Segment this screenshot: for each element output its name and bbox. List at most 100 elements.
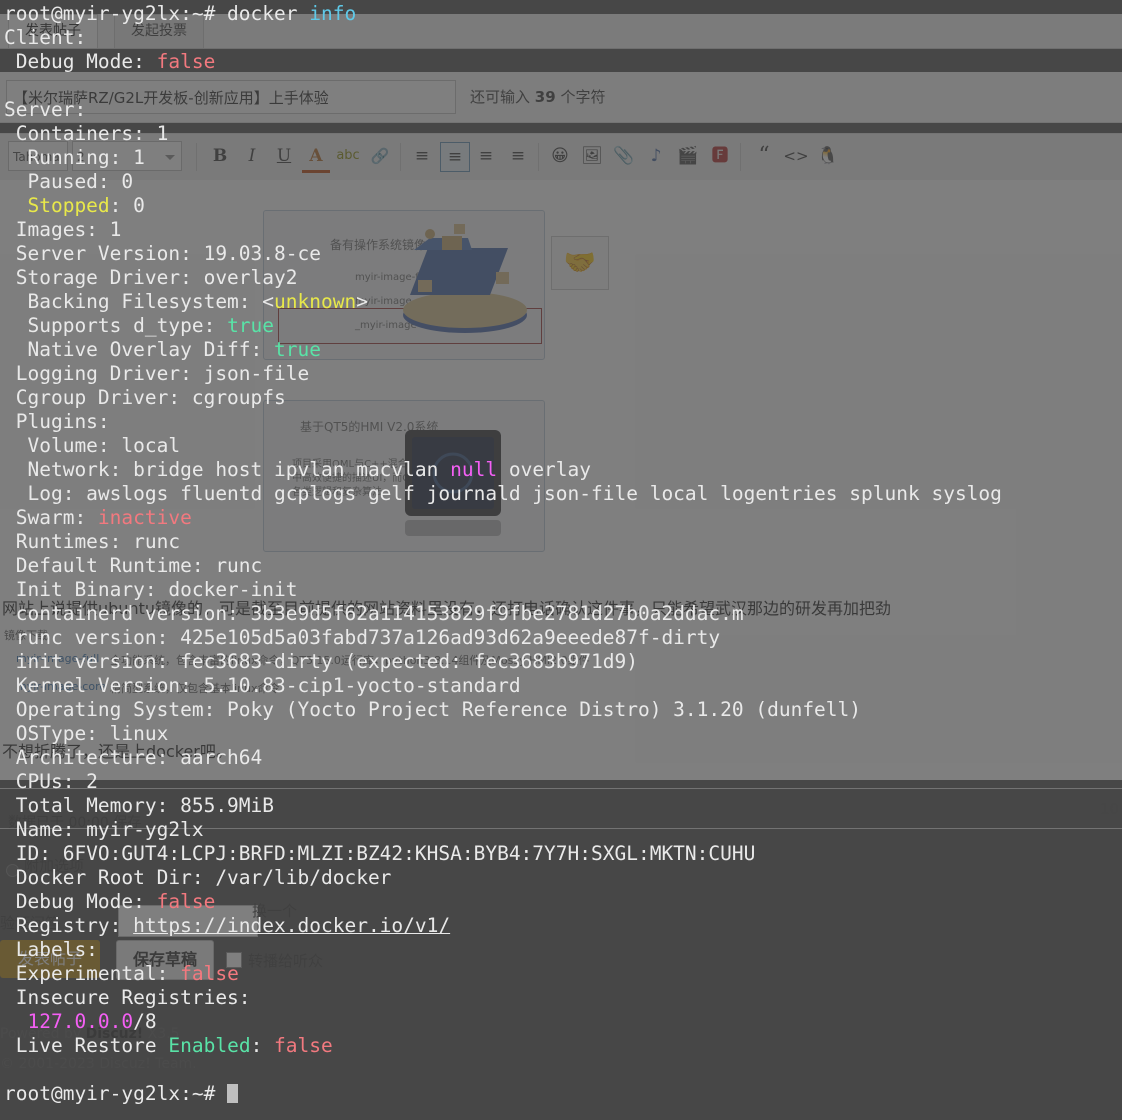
terminal-line: Logging Driver: json-file bbox=[4, 362, 1122, 386]
terminal-line: Backing Filesystem: <unknown> bbox=[4, 290, 1122, 314]
terminal-line: root@myir-yg2lx:~# docker info bbox=[4, 2, 1122, 26]
terminal-text: runc version: 425e105d5a03fabd737a126ad9… bbox=[4, 626, 721, 649]
terminal-text: info bbox=[309, 2, 357, 25]
terminal-line: Server Version: 19.03.8-ce bbox=[4, 242, 1122, 266]
terminal-text: CPUs: 2 bbox=[4, 770, 98, 793]
terminal-text: unknown bbox=[274, 290, 357, 313]
terminal-text: Logging Driver: json-file bbox=[4, 362, 310, 385]
terminal-text: true bbox=[274, 338, 321, 361]
terminal-text: Enabled bbox=[168, 1034, 251, 1057]
terminal-line: Operating System: Poky (Yocto Project Re… bbox=[4, 698, 1122, 722]
terminal-line: Insecure Registries: bbox=[4, 986, 1122, 1010]
terminal-line: Running: 1 bbox=[4, 146, 1122, 170]
terminal-line: root@myir-yg2lx:~# bbox=[4, 1082, 1122, 1106]
terminal-line: OSType: linux bbox=[4, 722, 1122, 746]
terminal-text: Server Version: 19.03.8-ce bbox=[4, 242, 321, 265]
terminal-text: Live Restore bbox=[4, 1034, 169, 1057]
terminal-line: Cgroup Driver: cgroupfs bbox=[4, 386, 1122, 410]
terminal-text: Architecture: aarch64 bbox=[4, 746, 263, 769]
terminal-line: Native Overlay Diff: true bbox=[4, 338, 1122, 362]
terminal-line: Experimental: false bbox=[4, 962, 1122, 986]
terminal-text: Containers: 1 bbox=[4, 122, 169, 145]
terminal-line: Network: bridge host ipvlan macvlan null… bbox=[4, 458, 1122, 482]
terminal-line: Client: bbox=[4, 26, 1122, 50]
terminal-line: Labels: bbox=[4, 938, 1122, 962]
terminal-line: Storage Driver: overlay2 bbox=[4, 266, 1122, 290]
terminal-text: /8 bbox=[133, 1010, 157, 1033]
terminal-text: Debug Mode: bbox=[4, 890, 157, 913]
terminal-line: runc version: 425e105d5a03fabd737a126ad9… bbox=[4, 626, 1122, 650]
terminal-text: Name: myir-yg2lx bbox=[4, 818, 204, 841]
terminal-text: containerd version: 3b3e9d5f62a114153829… bbox=[4, 602, 744, 625]
terminal-text: Volume: local bbox=[4, 434, 181, 457]
terminal-text: inactive bbox=[97, 506, 192, 529]
terminal-line: Swarm: inactive bbox=[4, 506, 1122, 530]
terminal-text: Client: bbox=[4, 26, 87, 49]
terminal-text: false bbox=[180, 962, 239, 985]
terminal-text: root@myir-yg2lx:~# bbox=[4, 1082, 228, 1105]
terminal-line: Runtimes: runc bbox=[4, 530, 1122, 554]
terminal-text: Cgroup Driver: cgroupfs bbox=[4, 386, 286, 409]
terminal-line: Kernel Version: 5.10.83-cip1-yocto-stand… bbox=[4, 674, 1122, 698]
terminal-line: Server: bbox=[4, 98, 1122, 122]
terminal-line: Total Memory: 855.9MiB bbox=[4, 794, 1122, 818]
terminal-text: Registry: bbox=[4, 914, 134, 937]
terminal-text: true bbox=[227, 314, 275, 337]
terminal-cursor bbox=[227, 1084, 239, 1103]
terminal-line: Debug Mode: false bbox=[4, 890, 1122, 914]
terminal-text: root@myir-yg2lx:~# docker bbox=[4, 2, 310, 25]
terminal-line: Init Binary: docker-init bbox=[4, 578, 1122, 602]
terminal-line: Default Runtime: runc bbox=[4, 554, 1122, 578]
terminal-output[interactable]: root@myir-yg2lx:~# docker info Client: De… bbox=[0, 0, 1122, 1120]
terminal-line: Registry: https://index.docker.io/v1/ bbox=[4, 914, 1122, 938]
terminal-text: Network: bridge host ipvlan macvlan bbox=[4, 458, 451, 481]
terminal-text: Kernel Version: 5.10.83-cip1-yocto-stand… bbox=[4, 674, 521, 697]
terminal-text: Debug Mode: bbox=[4, 50, 157, 73]
terminal-text: Images: 1 bbox=[4, 218, 122, 241]
terminal-text: Init Binary: docker-init bbox=[4, 578, 298, 601]
terminal-text: : bbox=[250, 1034, 275, 1057]
terminal-line: Name: myir-yg2lx bbox=[4, 818, 1122, 842]
terminal-text: : 0 bbox=[109, 194, 145, 217]
terminal-line: containerd version: 3b3e9d5f62a114153829… bbox=[4, 602, 1122, 626]
terminal-text: Experimental: bbox=[4, 962, 181, 985]
terminal-text: Swarm: bbox=[4, 506, 98, 529]
terminal-text: false bbox=[274, 1034, 333, 1057]
terminal-text: Server: bbox=[4, 98, 87, 121]
terminal-line: 127.0.0.0/8 bbox=[4, 1010, 1122, 1034]
terminal-line: Supports d_type: true bbox=[4, 314, 1122, 338]
terminal-line: Live Restore Enabled: false bbox=[4, 1034, 1122, 1058]
terminal-text: Native Overlay Diff: bbox=[4, 338, 275, 361]
terminal-line: Architecture: aarch64 bbox=[4, 746, 1122, 770]
terminal-line: CPUs: 2 bbox=[4, 770, 1122, 794]
terminal-text: Labels: bbox=[4, 938, 98, 961]
terminal-text: Stopped bbox=[27, 194, 110, 217]
terminal-line: Images: 1 bbox=[4, 218, 1122, 242]
terminal-text: Log: awslogs fluentd gcplogs gelf journa… bbox=[4, 482, 1002, 505]
terminal-text: false bbox=[156, 890, 216, 913]
terminal-text[interactable]: https://index.docker.io/v1/ bbox=[133, 914, 450, 937]
terminal-text: Storage Driver: overlay2 bbox=[4, 266, 298, 289]
terminal-text: null bbox=[450, 458, 498, 481]
terminal-text: > bbox=[356, 290, 368, 313]
terminal-line: init version: fec3683-dirty (expected: f… bbox=[4, 650, 1122, 674]
terminal-text: init version: fec3683-dirty (expected: f… bbox=[4, 650, 638, 673]
terminal-text: Runtimes: runc bbox=[4, 530, 181, 553]
terminal-line: Docker Root Dir: /var/lib/docker bbox=[4, 866, 1122, 890]
terminal-text: Backing Filesystem: < bbox=[4, 290, 275, 313]
terminal-text: overlay bbox=[497, 458, 592, 481]
terminal-line: Containers: 1 bbox=[4, 122, 1122, 146]
terminal-text: Docker Root Dir: /var/lib/docker bbox=[4, 866, 392, 889]
terminal-text: Insecure Registries: bbox=[4, 986, 251, 1009]
terminal-line: Volume: local bbox=[4, 434, 1122, 458]
terminal-text: Running: 1 bbox=[4, 146, 145, 169]
terminal-text: Total Memory: 855.9MiB bbox=[4, 794, 275, 817]
terminal-text: OSType: linux bbox=[4, 722, 169, 745]
terminal-text: Paused: 0 bbox=[4, 170, 134, 193]
terminal-text: Plugins: bbox=[4, 410, 110, 433]
terminal-text: Supports d_type: bbox=[4, 314, 228, 337]
